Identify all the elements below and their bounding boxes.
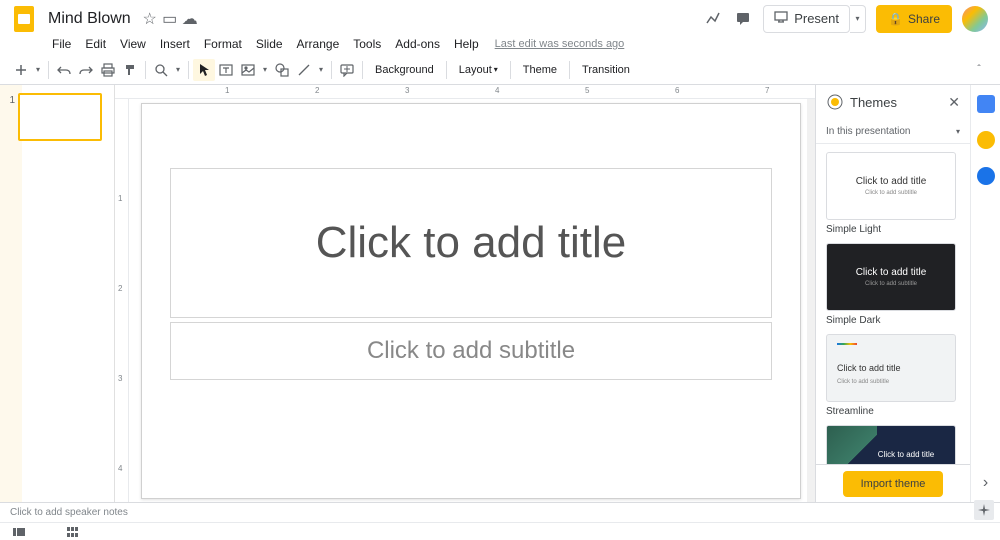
new-slide-button[interactable] (10, 59, 32, 81)
chevron-down-icon: ▾ (956, 127, 960, 136)
share-label: Share (908, 12, 940, 26)
share-button[interactable]: 🔒 Share (876, 5, 952, 33)
side-panel-toggle[interactable]: › (977, 474, 995, 492)
menu-edit[interactable]: Edit (79, 35, 112, 53)
image-tool[interactable] (237, 59, 259, 81)
comment-tool[interactable] (336, 59, 358, 81)
themes-close-button[interactable]: ✕ (948, 94, 960, 111)
horizontal-ruler[interactable]: 1 2 3 4 5 6 7 (115, 85, 815, 99)
themes-panel: Themes ✕ In this presentation ▾ Click to… (815, 85, 970, 502)
zoom-button[interactable] (150, 59, 172, 81)
import-theme-button[interactable]: Import theme (843, 471, 944, 497)
explore-button[interactable] (974, 500, 994, 520)
menu-help[interactable]: Help (448, 35, 485, 53)
paint-format-button[interactable] (119, 59, 141, 81)
present-dropdown[interactable]: ▾ (850, 5, 866, 33)
new-slide-dropdown[interactable]: ▾ (32, 59, 44, 81)
subtitle-placeholder-box[interactable]: Click to add subtitle (170, 322, 772, 380)
filmstrip-item[interactable]: 1 (6, 93, 108, 141)
canvas-area: 1 2 3 4 5 6 7 1 2 3 4 Click to add title… (115, 85, 815, 502)
themes-panel-title: Themes (850, 95, 897, 110)
move-icon[interactable]: ▭ (163, 12, 177, 26)
menu-slide[interactable]: Slide (250, 35, 289, 53)
present-button[interactable]: Present (763, 5, 850, 33)
themes-list[interactable]: Click to add title Click to add subtitle… (816, 144, 970, 502)
tasks-addon-icon[interactable] (977, 167, 995, 185)
toolbar-collapse[interactable]: ˆ (968, 59, 990, 81)
toolbar: ▾ ▾ ▾ ▾ Background Layout ▾ Theme Transi… (0, 55, 1000, 85)
keep-addon-icon[interactable] (977, 131, 995, 149)
calendar-addon-icon[interactable] (977, 95, 995, 113)
select-tool[interactable] (193, 59, 215, 81)
themes-section-label: In this presentation (826, 126, 911, 137)
slide-number: 1 (6, 93, 18, 141)
slide-canvas[interactable]: Click to add title Click to add subtitle (141, 103, 801, 499)
slide-thumbnail[interactable] (18, 93, 102, 141)
menu-addons[interactable]: Add-ons (389, 35, 446, 53)
title-placeholder-text: Click to add title (316, 218, 627, 268)
theme-option-simple-dark[interactable]: Click to add title Click to add subtitle (826, 243, 956, 311)
doc-title[interactable]: Mind Blown (44, 9, 135, 29)
title-placeholder-box[interactable]: Click to add title (170, 168, 772, 318)
app-header: Mind Blown ☆ ▭ ☁ Present ▾ 🔒 Share (0, 0, 1000, 33)
theme-option-streamline[interactable]: Click to add title Click to add subtitle (826, 334, 956, 402)
vertical-ruler[interactable]: 1 2 3 4 (115, 99, 129, 502)
menu-format[interactable]: Format (198, 35, 248, 53)
present-label: Present (794, 11, 839, 26)
line-tool[interactable] (293, 59, 315, 81)
star-icon[interactable]: ☆ (143, 12, 157, 26)
theme-name: Streamline (826, 406, 960, 417)
themes-section-toggle[interactable]: In this presentation ▾ (816, 120, 970, 144)
theme-option-simple-light[interactable]: Click to add title Click to add subtitle (826, 152, 956, 220)
last-edit-link[interactable]: Last edit was seconds ago (495, 38, 625, 50)
filmstrip-view-button[interactable] (12, 525, 26, 539)
zoom-dropdown[interactable]: ▾ (172, 59, 184, 81)
line-dropdown[interactable]: ▾ (315, 59, 327, 81)
account-avatar[interactable] (962, 6, 988, 32)
undo-button[interactable] (53, 59, 75, 81)
main-area: 1 1 2 3 4 5 6 7 1 2 3 4 Click to add tit… (0, 85, 1000, 502)
menu-arrange[interactable]: Arrange (291, 35, 346, 53)
transition-button[interactable]: Transition (574, 59, 638, 81)
lock-icon: 🔒 (888, 12, 903, 26)
image-dropdown[interactable]: ▾ (259, 59, 271, 81)
vertical-scrollbar[interactable] (807, 99, 815, 502)
theme-button[interactable]: Theme (515, 59, 565, 81)
themes-icon (826, 93, 844, 111)
theme-name: Simple Dark (826, 315, 960, 326)
layout-button[interactable]: Layout ▾ (451, 59, 506, 81)
theme-name: Simple Light (826, 224, 960, 235)
right-side-rail: › (970, 85, 1000, 502)
menu-view[interactable]: View (114, 35, 152, 53)
cloud-status-icon[interactable]: ☁ (183, 12, 197, 26)
canvas-viewport[interactable]: Click to add title Click to add subtitle (129, 99, 807, 502)
print-button[interactable] (97, 59, 119, 81)
menu-tools[interactable]: Tools (347, 35, 387, 53)
filmstrip[interactable]: 1 (0, 85, 115, 502)
grid-view-button[interactable] (66, 525, 80, 539)
menu-file[interactable]: File (46, 35, 77, 53)
textbox-tool[interactable] (215, 59, 237, 81)
redo-button[interactable] (75, 59, 97, 81)
import-theme-bar: Import theme (816, 464, 970, 502)
bottom-view-bar (0, 522, 1000, 540)
menu-insert[interactable]: Insert (154, 35, 196, 53)
speaker-notes[interactable]: Click to add speaker notes (0, 502, 1000, 522)
comments-icon[interactable] (733, 9, 753, 29)
menu-bar: File Edit View Insert Format Slide Arran… (0, 33, 1000, 55)
slides-logo[interactable] (12, 7, 36, 31)
shape-tool[interactable] (271, 59, 293, 81)
themes-panel-header: Themes ✕ (816, 85, 970, 120)
subtitle-placeholder-text: Click to add subtitle (367, 337, 575, 365)
present-icon (774, 11, 788, 26)
speaker-notes-placeholder: Click to add speaker notes (10, 507, 128, 518)
background-button[interactable]: Background (367, 59, 442, 81)
activity-icon[interactable] (703, 9, 723, 29)
